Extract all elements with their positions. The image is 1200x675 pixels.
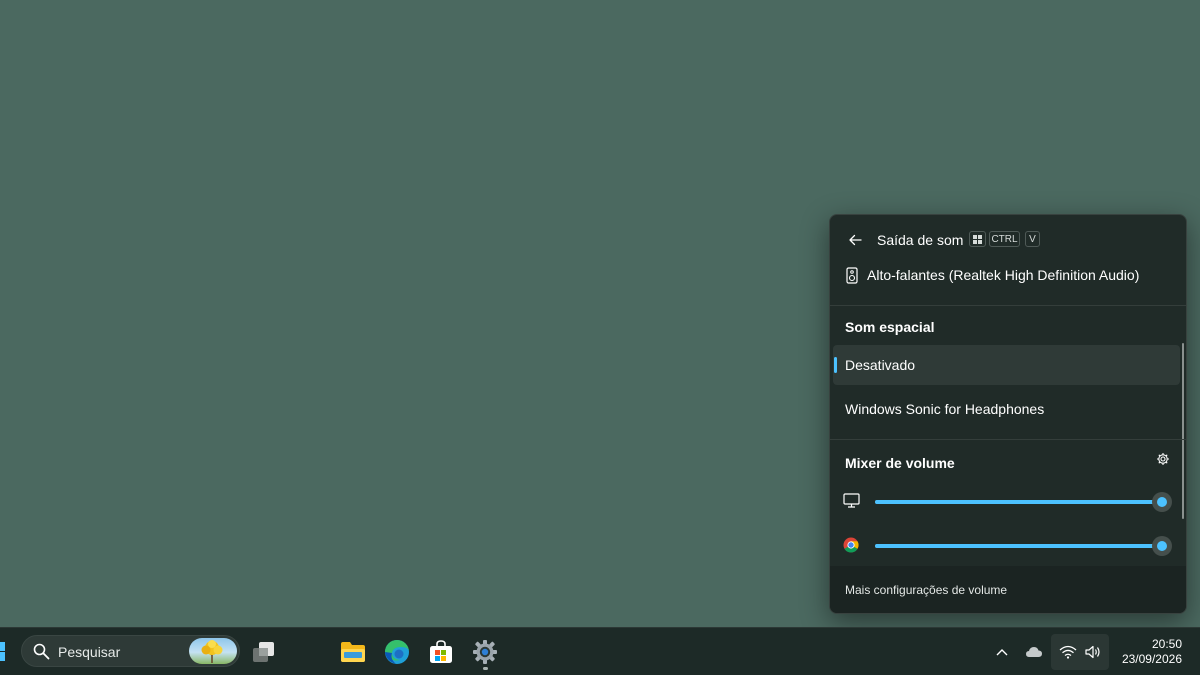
microsoft-store-button[interactable]	[423, 634, 459, 670]
spatial-sound-title: Som espacial	[845, 319, 935, 335]
flyout-footer: Mais configurações de volume	[830, 566, 1186, 613]
clock-date: 23/09/2026	[1121, 652, 1182, 666]
settings-icon	[473, 640, 497, 664]
chevron-up-icon	[996, 649, 1008, 656]
windows-logo-icon	[0, 642, 5, 661]
spatial-option-label: Desativado	[845, 357, 916, 373]
divider	[830, 305, 1186, 306]
windows-logo-icon	[973, 234, 982, 244]
output-device-item[interactable]: Alto-falantes (Realtek High Definition A…	[830, 259, 1186, 291]
task-view-icon	[253, 642, 274, 662]
edge-icon	[385, 640, 409, 664]
flyout-title: Saída de som	[877, 232, 964, 248]
edge-button[interactable]	[379, 634, 415, 670]
mixer-settings-button[interactable]	[1156, 452, 1170, 471]
running-indicator	[483, 667, 488, 670]
selection-indicator	[834, 357, 837, 373]
settings-button[interactable]	[467, 634, 503, 670]
back-button[interactable]	[842, 227, 868, 253]
show-hidden-icons-button[interactable]	[990, 634, 1014, 670]
search-highlight-tree-image[interactable]	[189, 638, 237, 664]
slider-thumb[interactable]	[1152, 492, 1172, 512]
start-button[interactable]	[0, 640, 10, 664]
microsoft-store-icon	[430, 640, 452, 663]
divider	[830, 439, 1186, 440]
v-key-badge: V	[1025, 231, 1040, 247]
clock-time: 20:50	[1151, 637, 1182, 651]
device-name: Alto-falantes (Realtek High Definition A…	[867, 267, 1140, 283]
spatial-option-windows-sonic[interactable]: Windows Sonic for Headphones	[833, 389, 1180, 429]
flyout-header: Saída de som CTRL V Alto-falantes (Realt…	[830, 215, 1186, 305]
onedrive-button[interactable]	[1020, 634, 1048, 670]
ctrl-key-badge: CTRL	[989, 231, 1020, 247]
tree-icon	[201, 640, 223, 663]
system-volume-slider[interactable]	[875, 492, 1172, 512]
wifi-icon	[1059, 645, 1077, 659]
spatial-option-label: Windows Sonic for Headphones	[845, 401, 1045, 417]
windows-key-badge	[969, 231, 986, 247]
onedrive-cloud-icon	[1026, 647, 1042, 657]
chrome-volume-slider[interactable]	[875, 536, 1172, 556]
gear-icon	[1157, 453, 1169, 465]
sound-output-flyout: Saída de som CTRL V Alto-falantes (Realt…	[829, 214, 1187, 614]
taskbar: Pesquisar 20:50 23/09/2026	[0, 627, 1200, 675]
speaker-device-icon	[846, 267, 858, 284]
clock[interactable]: 20:50 23/09/2026	[1112, 637, 1182, 667]
mixer-row-chrome	[830, 531, 1186, 561]
back-arrow-icon	[849, 234, 862, 246]
spatial-option-off[interactable]: Desativado	[833, 345, 1180, 385]
more-volume-settings-link[interactable]: Mais configurações de volume	[845, 583, 1007, 597]
network-volume-button[interactable]	[1051, 634, 1109, 670]
mixer-row-system	[830, 487, 1186, 517]
file-explorer-icon	[341, 642, 365, 662]
task-view-button[interactable]	[246, 634, 282, 670]
monitor-icon	[843, 493, 860, 508]
search-placeholder: Pesquisar	[58, 644, 121, 660]
speaker-icon	[1085, 645, 1100, 659]
chrome-icon	[843, 537, 859, 553]
search-box[interactable]: Pesquisar	[21, 635, 240, 667]
slider-thumb[interactable]	[1152, 536, 1172, 556]
search-icon	[33, 643, 50, 660]
volume-mixer-title: Mixer de volume	[845, 455, 955, 471]
file-explorer-button[interactable]	[335, 634, 371, 670]
